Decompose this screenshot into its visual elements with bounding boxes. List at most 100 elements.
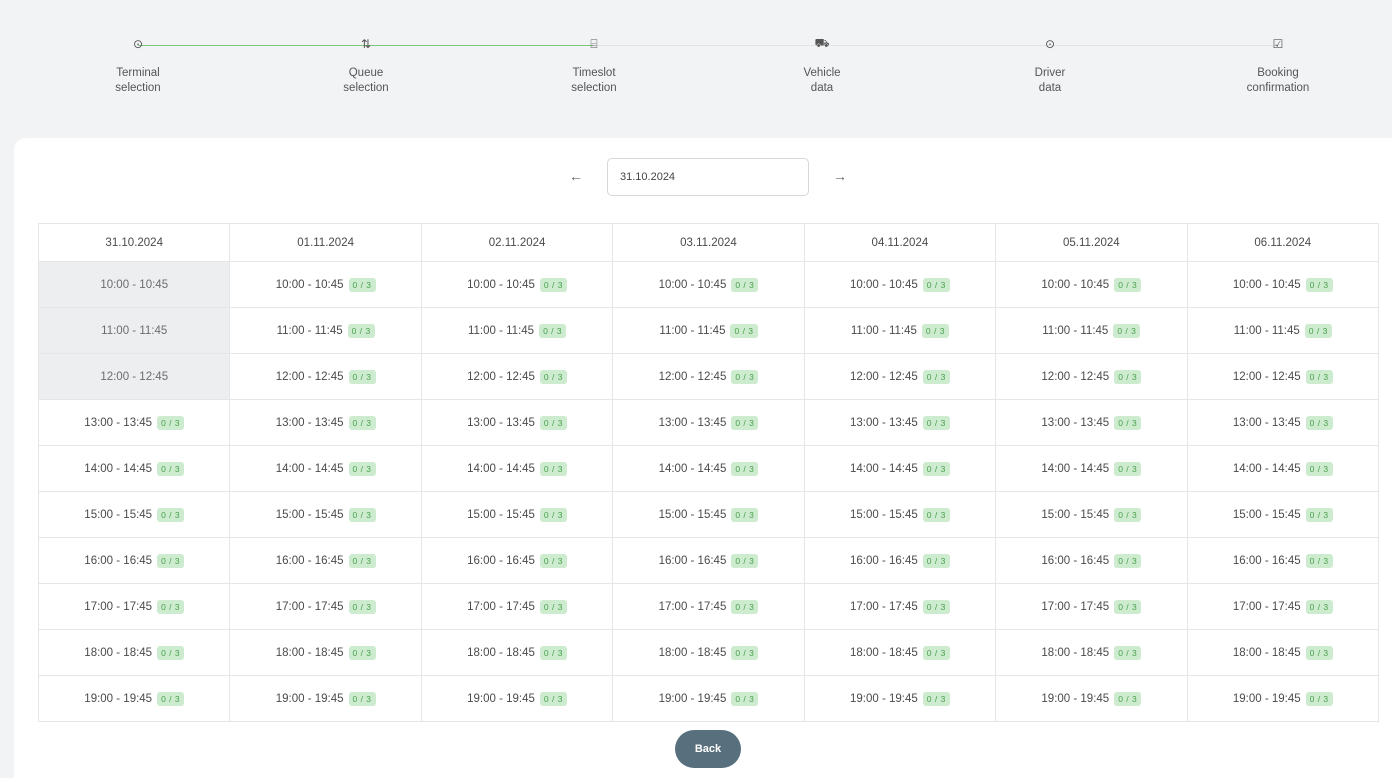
timeslot-cell[interactable]: 14:00 - 14:45 0 / 3	[420, 445, 614, 492]
timeslot-content: 18:00 - 18:45 0 / 3	[850, 645, 950, 660]
timeslot-content: 17:00 - 17:45 0 / 3	[1041, 599, 1142, 614]
step-terminal-selection[interactable]: ⊙ Terminal selection	[68, 26, 208, 96]
timeslot-time: 10:00 - 10:45	[1041, 278, 1110, 291]
timeslot-cell[interactable]: 10:00 - 10:45 0 / 3	[995, 261, 1188, 308]
timeslot-cell[interactable]: 14:00 - 14:45 0 / 3	[612, 445, 805, 492]
timeslot-cell[interactable]: 13:00 - 13:45 0 / 3	[995, 399, 1188, 446]
timeslot-cell[interactable]: 16:00 - 16:45 0 / 3	[612, 537, 805, 584]
timeslot-cell[interactable]: 15:00 - 15:45 0 / 3	[995, 491, 1188, 538]
step-booking-confirmation[interactable]: ☑ Booking confirmation	[1208, 26, 1348, 96]
timeslot-cell[interactable]: 11:00 - 11:45 0 / 3	[612, 307, 805, 354]
timeslot-content: 14:00 - 14:45 0 / 3	[1041, 461, 1142, 476]
timeslot-unavailable: 12:00 - 12:45	[37, 353, 231, 400]
timeslot-cell[interactable]: 11:00 - 11:45 0 / 3	[229, 307, 422, 354]
timeslot-cell[interactable]: 12:00 - 12:45 0 / 3	[612, 353, 805, 400]
timeslot-cell[interactable]: 10:00 - 10:45 0 / 3	[420, 261, 614, 308]
timeslot-cell[interactable]: 12:00 - 12:45 0 / 3	[1186, 353, 1380, 400]
timeslot-cell[interactable]: 10:00 - 10:45 0 / 3	[229, 261, 422, 308]
timeslot-cell[interactable]: 14:00 - 14:45 0 / 3	[995, 445, 1188, 492]
timeslot-cell[interactable]: 16:00 - 16:45 0 / 3	[420, 537, 614, 584]
capacity-badge: 0 / 3	[1305, 691, 1333, 706]
capacity-badge: 0 / 3	[157, 461, 185, 476]
timeslot-time: 15:00 - 15:45	[849, 508, 918, 521]
timeslot-content: 13:00 - 13:45 0 / 3	[1233, 415, 1333, 430]
timeslot-cell[interactable]: 17:00 - 17:45 0 / 3	[420, 583, 614, 630]
prev-date-arrow-icon[interactable]: ←	[566, 168, 586, 184]
timeslot-cell[interactable]: 19:00 - 19:45 0 / 3	[803, 675, 997, 722]
timeslot-cell[interactable]: 10:00 - 10:45 0 / 3	[803, 261, 997, 308]
timeslot-content: 11:00 - 11:45 0 / 3	[277, 323, 375, 338]
timeslot-cell[interactable]: 17:00 - 17:45 0 / 3	[1186, 583, 1380, 630]
timeslot-cell[interactable]: 12:00 - 12:45 0 / 3	[420, 353, 614, 400]
timeslot-cell[interactable]: 14:00 - 14:45 0 / 3	[803, 445, 997, 492]
capacity-badge: 0 / 3	[1114, 415, 1142, 430]
capacity-badge: 0 / 3	[157, 553, 185, 568]
timeslot-cell[interactable]: 13:00 - 13:45 0 / 3	[803, 399, 997, 446]
timeslot-cell[interactable]: 13:00 - 13:45 0 / 3	[420, 399, 614, 446]
timeslot-cell[interactable]: 17:00 - 17:45 0 / 3	[229, 583, 422, 630]
timeslot-content: 10:00 - 10:45 0 / 3	[1233, 277, 1333, 292]
timeslot-cell[interactable]: 10:00 - 10:45 0 / 3	[612, 261, 805, 308]
timeslot-cell[interactable]: 19:00 - 19:45 0 / 3	[229, 675, 422, 722]
timeslot-cell[interactable]: 18:00 - 18:45 0 / 3	[995, 629, 1188, 676]
timeslot-cell[interactable]: 15:00 - 15:45 0 / 3	[420, 491, 614, 538]
step-vehicle-data[interactable]: ⛟ Vehicle data	[752, 26, 892, 96]
date-field[interactable]	[607, 158, 809, 196]
column-header-date: 04.11.2024	[803, 223, 997, 262]
timeslot-cell[interactable]: 12:00 - 12:45 0 / 3	[229, 353, 422, 400]
timeslot-cell[interactable]: 16:00 - 16:45 0 / 3	[803, 537, 997, 584]
timeslot-cell[interactable]: 13:00 - 13:45 0 / 3	[1186, 399, 1380, 446]
timeslot-cell[interactable]: 13:00 - 13:45 0 / 3	[612, 399, 805, 446]
timeslot-cell[interactable]: 17:00 - 17:45 0 / 3	[37, 583, 231, 630]
timeslot-cell[interactable]: 15:00 - 15:45 0 / 3	[803, 491, 997, 538]
timeslot-cell[interactable]: 19:00 - 19:45 0 / 3	[995, 675, 1188, 722]
timeslot-cell[interactable]: 14:00 - 14:45 0 / 3	[229, 445, 422, 492]
capacity-badge: 0 / 3	[1305, 415, 1333, 430]
timeslot-cell[interactable]: 18:00 - 18:45 0 / 3	[612, 629, 805, 676]
timeslot-cell[interactable]: 14:00 - 14:45 0 / 3	[37, 445, 231, 492]
timeslot-cell[interactable]: 19:00 - 19:45 0 / 3	[420, 675, 614, 722]
timeslot-time: 17:00 - 17:45	[1041, 600, 1110, 613]
capacity-badge: 0 / 3	[1305, 369, 1333, 384]
step-queue-selection[interactable]: ⇅ Queue selection	[296, 26, 436, 96]
timeslot-cell[interactable]: 15:00 - 15:45 0 / 3	[37, 491, 231, 538]
timeslot-content: 15:00 - 15:45 0 / 3	[1233, 507, 1333, 522]
timeslot-time: 18:00 - 18:45	[1232, 646, 1301, 659]
timeslot-cell[interactable]: 10:00 - 10:45 0 / 3	[1186, 261, 1380, 308]
timeslot-cell[interactable]: 11:00 - 11:45 0 / 3	[420, 307, 614, 354]
timeslot-cell[interactable]: 12:00 - 12:45 0 / 3	[995, 353, 1188, 400]
timeslot-cell[interactable]: 19:00 - 19:45 0 / 3	[37, 675, 231, 722]
timeslot-time: 15:00 - 15:45	[658, 508, 727, 521]
timeslot-cell[interactable]: 17:00 - 17:45 0 / 3	[612, 583, 805, 630]
step-driver-data[interactable]: ⊙ Driver data	[980, 26, 1120, 96]
timeslot-cell[interactable]: 16:00 - 16:45 0 / 3	[995, 537, 1188, 584]
timeslot-cell[interactable]: 16:00 - 16:45 0 / 3	[1186, 537, 1380, 584]
capacity-badge: 0 / 3	[347, 323, 375, 338]
timeslot-cell[interactable]: 11:00 - 11:45 0 / 3	[1186, 307, 1380, 354]
timeslot-cell[interactable]: 11:00 - 11:45 0 / 3	[803, 307, 997, 354]
timeslot-cell[interactable]: 16:00 - 16:45 0 / 3	[37, 537, 231, 584]
timeslot-time: 10:00 - 10:45	[275, 278, 344, 291]
timeslot-cell[interactable]: 18:00 - 18:45 0 / 3	[229, 629, 422, 676]
timeslot-cell[interactable]: 18:00 - 18:45 0 / 3	[1186, 629, 1380, 676]
timeslot-cell[interactable]: 18:00 - 18:45 0 / 3	[420, 629, 614, 676]
timeslot-cell[interactable]: 11:00 - 11:45 0 / 3	[995, 307, 1188, 354]
timeslot-cell[interactable]: 16:00 - 16:45 0 / 3	[229, 537, 422, 584]
timeslot-cell[interactable]: 17:00 - 17:45 0 / 3	[803, 583, 997, 630]
timeslot-cell[interactable]: 15:00 - 15:45 0 / 3	[612, 491, 805, 538]
timeslot-cell[interactable]: 15:00 - 15:45 0 / 3	[1186, 491, 1380, 538]
timeslot-cell[interactable]: 13:00 - 13:45 0 / 3	[37, 399, 231, 446]
timeslot-cell[interactable]: 12:00 - 12:45 0 / 3	[803, 353, 997, 400]
step-timeslot-selection[interactable]: ⌸ Timeslot selection	[524, 26, 664, 96]
timeslot-cell[interactable]: 18:00 - 18:45 0 / 3	[37, 629, 231, 676]
timeslot-cell[interactable]: 19:00 - 19:45 0 / 3	[612, 675, 805, 722]
timeslot-time: 16:00 - 16:45	[275, 554, 344, 567]
next-date-arrow-icon[interactable]: →	[830, 168, 850, 184]
timeslot-cell[interactable]: 13:00 - 13:45 0 / 3	[229, 399, 422, 446]
timeslot-cell[interactable]: 17:00 - 17:45 0 / 3	[995, 583, 1188, 630]
timeslot-cell[interactable]: 18:00 - 18:45 0 / 3	[803, 629, 997, 676]
timeslot-cell[interactable]: 15:00 - 15:45 0 / 3	[229, 491, 422, 538]
timeslot-cell[interactable]: 14:00 - 14:45 0 / 3	[1186, 445, 1380, 492]
timeslot-cell[interactable]: 19:00 - 19:45 0 / 3	[1186, 675, 1380, 722]
back-button[interactable]: Back	[675, 730, 741, 768]
